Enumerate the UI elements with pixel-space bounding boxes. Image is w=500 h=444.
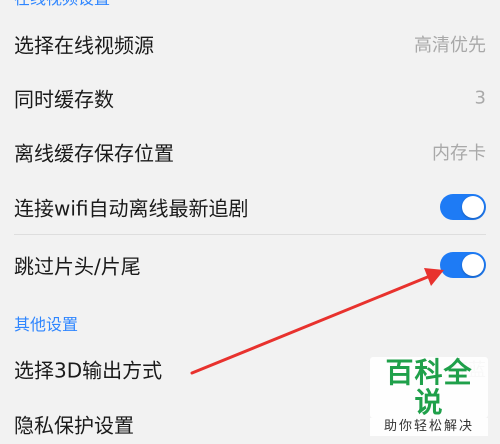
row-cache-location[interactable]: 离线缓存保存位置 内存卡 bbox=[0, 124, 500, 180]
row-value: 3 bbox=[474, 87, 486, 109]
skip-intro-toggle[interactable] bbox=[440, 252, 486, 278]
row-label: 跳过片头/片尾 bbox=[14, 254, 141, 279]
row-label: 连接wifi自动离线最新追剧 bbox=[14, 196, 249, 221]
watermark-subtitle: 助你轻松解决 bbox=[370, 418, 488, 436]
row-value: 内存卡 bbox=[432, 143, 486, 164]
row-label: 离线缓存保存位置 bbox=[14, 141, 174, 166]
toggle-knob bbox=[462, 254, 484, 276]
row-label: 隐私保护设置 bbox=[14, 413, 134, 438]
row-label: 同时缓存数 bbox=[14, 87, 114, 112]
watermark-title: 百科全说 bbox=[370, 357, 488, 418]
wifi-auto-toggle[interactable] bbox=[440, 194, 486, 220]
section-header-other: 其他设置 bbox=[14, 315, 79, 334]
row-video-source[interactable]: 选择在线视频源 高清优先 bbox=[0, 16, 500, 72]
section-header-online-video: 在线视频设置 bbox=[14, 0, 110, 9]
row-cache-count[interactable]: 同时缓存数 3 bbox=[0, 70, 500, 126]
row-label: 选择3D输出方式 bbox=[14, 358, 163, 383]
divider bbox=[14, 234, 486, 235]
toggle-knob bbox=[462, 196, 484, 218]
row-skip-intro: 跳过片头/片尾 bbox=[0, 237, 500, 293]
row-label: 选择在线视频源 bbox=[14, 33, 154, 58]
settings-screen: 在线视频设置 选择在线视频源 高清优先 同时缓存数 3 离线缓存保存位置 内存卡… bbox=[0, 0, 500, 444]
watermark-logo: 百科全说 助你轻松解决 bbox=[370, 357, 488, 436]
row-value: 高清优先 bbox=[414, 35, 486, 56]
row-wifi-auto-offline: 连接wifi自动离线最新追剧 bbox=[0, 179, 500, 235]
